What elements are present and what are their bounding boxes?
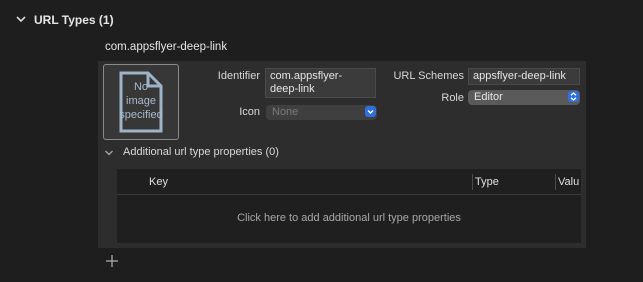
add-url-type-button[interactable] (104, 253, 120, 269)
image-placeholder-line2: image (126, 95, 156, 107)
identifier-value-line1: com.appsflyer- (270, 70, 343, 82)
role-popup[interactable]: Editor (468, 90, 580, 105)
additional-properties-title: Additional url type properties (0) (123, 146, 279, 158)
icon-label: Icon (239, 106, 260, 118)
add-property-prompt[interactable]: Click here to add additional url type pr… (117, 212, 581, 224)
url-type-name: com.appsflyer-deep-link (105, 41, 228, 53)
section-title: URL Types (1) (34, 13, 114, 27)
chevron-down-icon[interactable] (16, 15, 26, 23)
role-label: Role (441, 92, 464, 104)
column-header-type[interactable]: Type (475, 169, 499, 195)
icon-popup-value: None (272, 106, 299, 118)
image-placeholder-line3: specified (119, 109, 163, 121)
plus-icon (106, 255, 118, 267)
column-divider (472, 174, 473, 190)
column-header-key[interactable]: Key (149, 169, 168, 195)
popup-stepper-icon (365, 106, 376, 117)
identifier-field[interactable]: com.appsflyer- deep-link (265, 68, 376, 98)
chevron-down-icon[interactable] (104, 149, 114, 157)
image-placeholder-line1: No (133, 81, 149, 93)
url-types-section-header[interactable]: URL Types (1) (0, 0, 643, 40)
icon-popup[interactable]: None (266, 105, 377, 120)
table-header-divider (117, 194, 581, 195)
url-schemes-label: URL Schemes (393, 70, 464, 82)
identifier-value-line2: deep-link (270, 83, 315, 95)
additional-properties-table[interactable]: Key Type Valu Click here to add addition… (117, 169, 581, 243)
popup-stepper-icon (568, 91, 579, 102)
role-popup-value: Editor (474, 91, 503, 103)
column-divider (555, 174, 556, 190)
identifier-label: Identifier (217, 70, 260, 82)
url-type-image-well[interactable]: No image specified (103, 64, 179, 140)
column-header-value[interactable]: Valu (558, 169, 579, 195)
url-schemes-field[interactable]: appsflyer-deep-link (468, 68, 580, 85)
